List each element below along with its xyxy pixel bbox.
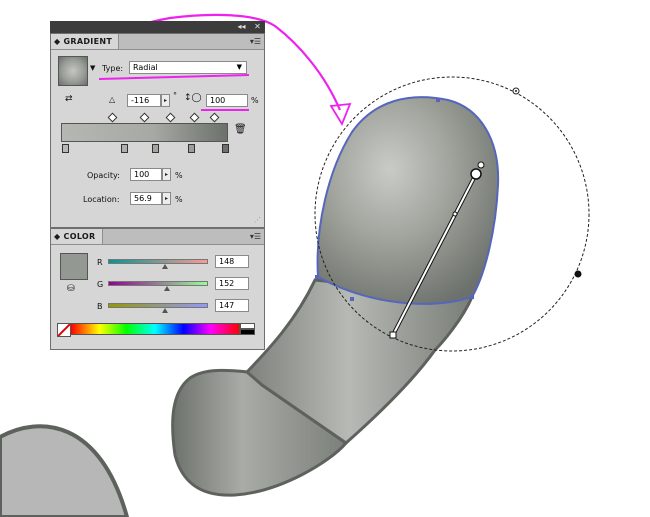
tab-color[interactable]: ◆ COLOR (51, 229, 103, 244)
annotation-underline (98, 74, 250, 80)
b-slider-thumb[interactable] (162, 308, 168, 313)
chevron-down-icon: ▼ (236, 63, 242, 71)
blob-shape[interactable] (0, 424, 130, 517)
tab-gradient[interactable]: ◆ GRADIENT (51, 34, 120, 49)
r-label: R (97, 258, 103, 267)
panel-titlebar[interactable]: ◂◂ ✕ (50, 21, 265, 33)
collapse-icon[interactable]: ◂◂ (237, 22, 246, 31)
out-of-gamut-icon[interactable]: ⛁ (67, 284, 75, 294)
gradient-tab-row: ◆ GRADIENT ▾☰ (51, 34, 264, 50)
fill-color-swatch[interactable] (60, 253, 88, 280)
resize-grip-icon[interactable]: ⋰ (254, 216, 261, 224)
g-slider[interactable] (108, 281, 208, 286)
aspect-unit-label: % (251, 96, 259, 105)
opacity-field[interactable]: 100 (130, 168, 162, 181)
g-field[interactable]: 152 (215, 277, 249, 290)
swatch-dropdown-icon[interactable]: ▼ (90, 64, 95, 72)
gradient-origin-point[interactable] (470, 168, 482, 180)
g-slider-thumb[interactable] (164, 286, 170, 291)
delete-stop-icon[interactable]: 🗑 (234, 124, 247, 135)
gradient-end-point[interactable] (389, 331, 397, 339)
b-field[interactable]: 147 (215, 299, 249, 312)
type-label: Type: (102, 64, 124, 73)
gradient-aspect-handle[interactable] (574, 270, 582, 278)
gradient-midpoint[interactable] (452, 211, 458, 217)
angle-icon: △ (109, 95, 116, 104)
panel-grip-icon: ◆ (54, 232, 64, 241)
g-label: G (97, 280, 104, 289)
black-swatch[interactable] (240, 329, 255, 335)
gradient-panel: ◆ GRADIENT ▾☰ ▼ Type: Radial ▼ ⇄ △ -116 … (50, 33, 265, 228)
gradient-stop[interactable] (222, 144, 229, 153)
color-panel: ◆ COLOR ▾☰ ⛁ R 148 G 152 B 147 (50, 228, 265, 350)
none-color-swatch[interactable] (57, 323, 71, 337)
midpoint-diamond[interactable] (107, 112, 118, 123)
panel-menu-icon[interactable]: ▾☰ (250, 232, 261, 241)
angle-stepper[interactable]: ▸ (161, 94, 170, 107)
gradient-stop[interactable] (121, 144, 128, 153)
midpoint-diamond[interactable] (165, 112, 176, 123)
annotation-arrowhead (329, 102, 352, 127)
r-field[interactable]: 148 (215, 255, 249, 268)
aspect-ratio-field[interactable]: 100 (206, 94, 248, 107)
gradient-preview-swatch[interactable] (58, 56, 88, 86)
b-label: B (97, 302, 103, 311)
anchor-point[interactable] (350, 297, 354, 301)
degree-label: ° (173, 91, 177, 100)
opacity-unit-label: % (175, 171, 183, 180)
b-slider[interactable] (108, 303, 208, 308)
panel-menu-icon[interactable]: ▾☰ (250, 37, 261, 46)
anchor-point[interactable] (470, 295, 474, 299)
opacity-stepper[interactable]: ▸ (162, 168, 171, 181)
location-unit-label: % (175, 195, 183, 204)
anchor-point[interactable] (436, 98, 440, 102)
midpoint-diamond[interactable] (189, 112, 200, 123)
angle-field[interactable]: -116 (127, 94, 161, 107)
r-slider-thumb[interactable] (162, 264, 168, 269)
gradient-stop[interactable] (62, 144, 69, 153)
color-spectrum[interactable] (70, 323, 240, 335)
r-slider[interactable] (108, 259, 208, 264)
midpoint-diamond[interactable] (209, 112, 220, 123)
gradient-slider[interactable] (61, 123, 228, 142)
aspect-ratio-icon: ↕◯ (184, 93, 202, 103)
location-label: Location: (83, 195, 120, 204)
midpoint-diamond[interactable] (139, 112, 150, 123)
panel-grip-icon: ◆ (54, 37, 64, 46)
opacity-label: Opacity: (87, 171, 120, 180)
color-tab-row: ◆ COLOR ▾☰ (51, 229, 264, 245)
location-stepper[interactable]: ▸ (162, 192, 171, 205)
gradient-focus-point[interactable] (477, 161, 485, 169)
close-icon[interactable]: ✕ (253, 22, 262, 31)
annotation-underline (201, 109, 249, 111)
reverse-gradient-icon[interactable]: ⇄ (65, 94, 73, 104)
gradient-stop[interactable] (188, 144, 195, 153)
type-select[interactable]: Radial ▼ (129, 61, 247, 74)
location-field[interactable]: 56.9 (130, 192, 162, 205)
anchor-point[interactable] (315, 275, 319, 279)
gradient-handle[interactable] (515, 90, 517, 92)
gradient-stop[interactable] (152, 144, 159, 153)
